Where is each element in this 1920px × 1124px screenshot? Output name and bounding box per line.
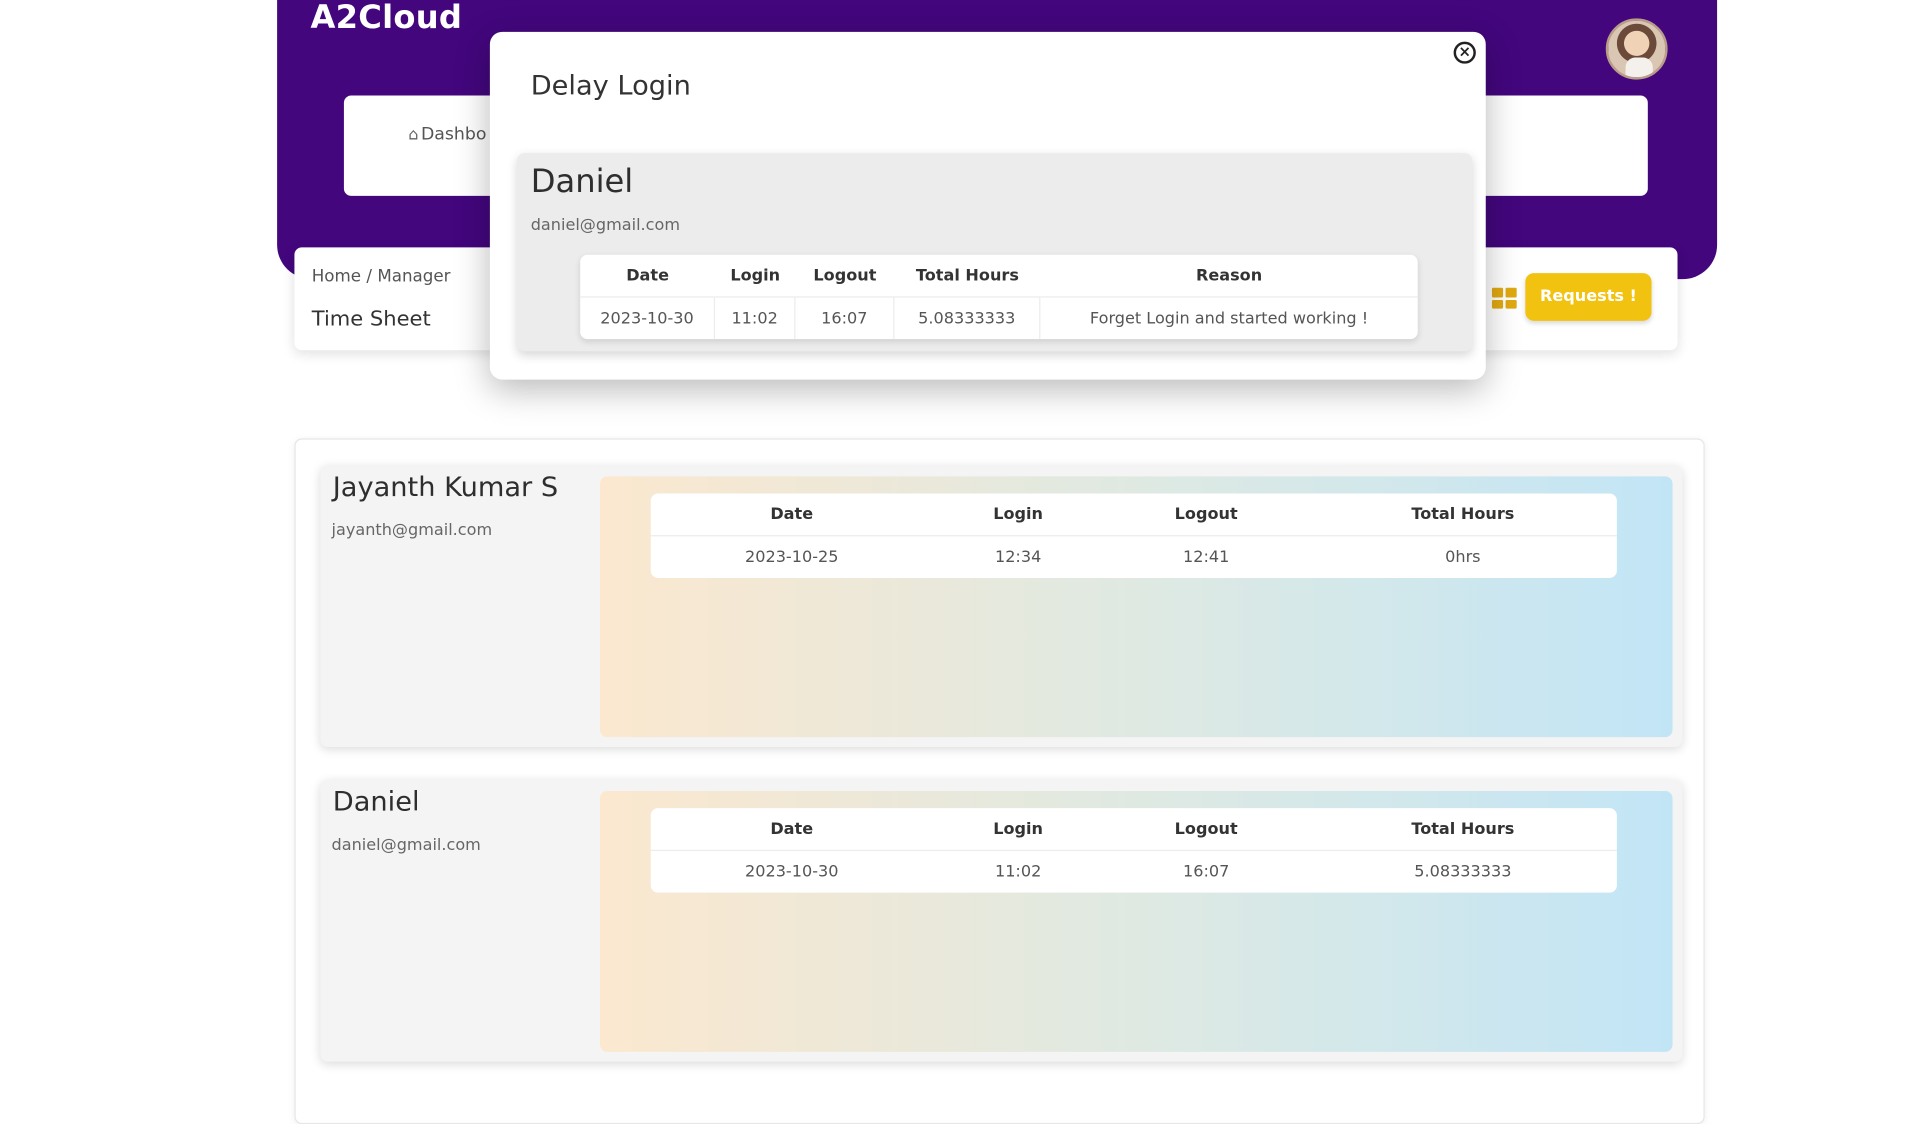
employee-name: Daniel <box>530 164 634 201</box>
cell-login: 11:02 <box>994 862 1042 882</box>
cell-date: 2023-10-30 <box>580 297 716 340</box>
user-avatar[interactable] <box>1605 18 1668 80</box>
table-header-row: Date Login Logout Total Hours <box>650 808 1617 852</box>
modal-title: Delay Login <box>530 71 691 102</box>
column-header-logout: Logout <box>795 255 895 298</box>
page: A2Cloud ⌂ Dashbo Home / Manager Time Shee… <box>0 0 1920 1124</box>
column-header-total-hours: Total Hours <box>1308 493 1617 537</box>
table-row: 2023-10-25 12:34 12:41 0hrs <box>651 536 1617 578</box>
column-header-total-hours: Total Hours <box>1308 808 1617 852</box>
grid-cell <box>1505 287 1517 297</box>
employee-email: daniel@gmail.com <box>530 216 681 236</box>
employee-card: Daniel daniel@gmail.com Date Login Logou… <box>320 780 1683 1062</box>
grid-cell <box>1505 299 1517 309</box>
cell-total-hours: 5.08333333 <box>1414 862 1512 882</box>
cell-logout: 12:41 <box>1182 547 1230 567</box>
delay-login-modal: Delay Login × Daniel daniel@gmail.com Da… <box>489 31 1486 380</box>
employee-name: Jayanth Kumar S <box>332 472 559 504</box>
close-icon[interactable]: × <box>1453 41 1476 64</box>
column-header-login: Login <box>715 255 796 298</box>
grid-cell <box>1491 287 1504 297</box>
table-header-row: Date Login Logout Total Hours Reason <box>580 255 1418 298</box>
column-header-date: Date <box>650 808 933 852</box>
cell-date: 2023-10-25 <box>745 547 839 567</box>
page-title: Time Sheet <box>311 307 431 332</box>
employee-card: Jayanth Kumar S jayanth@gmail.com Date L… <box>320 465 1683 747</box>
cell-logout: 16:07 <box>795 297 895 340</box>
column-header-date: Date <box>650 493 933 537</box>
column-header-logout: Logout <box>1103 493 1309 537</box>
grid-cell <box>1491 299 1504 309</box>
brand-logo[interactable]: A2Cloud <box>311 0 463 37</box>
column-header-total-hours: Total Hours <box>894 255 1041 298</box>
breadcrumb[interactable]: Home / Manager <box>312 267 451 287</box>
employee-email: jayanth@gmail.com <box>331 521 493 541</box>
cell-login: 12:34 <box>994 547 1042 567</box>
column-header-login: Login <box>932 493 1104 537</box>
timesheet-table-container: Date Login Logout Total Hours 2023-10-30… <box>599 791 1673 1052</box>
column-header-date: Date <box>580 255 716 298</box>
column-header-reason: Reason <box>1040 255 1418 298</box>
cell-date: 2023-10-30 <box>745 862 839 882</box>
timesheet-table-container: Date Login Logout Total Hours 2023-10-25… <box>599 476 1673 738</box>
employee-name: Daniel <box>332 787 420 818</box>
nav-dashboard-label: Dashbo <box>420 124 487 145</box>
modal-employee-card: Daniel daniel@gmail.com Date Login Logou… <box>517 153 1473 352</box>
home-icon: ⌂ <box>408 126 419 145</box>
table-row: 2023-10-30 11:02 16:07 5.08333333 <box>651 851 1617 893</box>
cell-login: 11:02 <box>715 297 796 340</box>
cell-total-hours: 0hrs <box>1445 547 1481 567</box>
cell-reason: Forget Login and started working ! <box>1089 309 1369 328</box>
grid-view-icon[interactable] <box>1491 287 1517 309</box>
employee-email: daniel@gmail.com <box>331 836 481 855</box>
timesheet-table: Date Login Logout Total Hours 2023-10-30… <box>650 808 1617 893</box>
requests-button[interactable]: Requests ! <box>1525 273 1652 321</box>
timesheet-table: Date Login Logout Total Hours 2023-10-25… <box>650 493 1617 578</box>
cell-logout: 16:07 <box>1182 862 1230 882</box>
table-header-row: Date Login Logout Total Hours <box>650 493 1617 537</box>
table-row: 2023-10-30 11:02 16:07 5.08333333 Forget… <box>580 297 1418 340</box>
column-header-login: Login <box>932 808 1104 852</box>
column-header-logout: Logout <box>1103 808 1309 852</box>
nav-dashboard-link[interactable]: ⌂ Dashbo <box>408 125 486 145</box>
delay-login-table: Date Login Logout Total Hours Reason 202… <box>580 254 1418 340</box>
cell-total-hours: 5.08333333 <box>894 297 1041 340</box>
